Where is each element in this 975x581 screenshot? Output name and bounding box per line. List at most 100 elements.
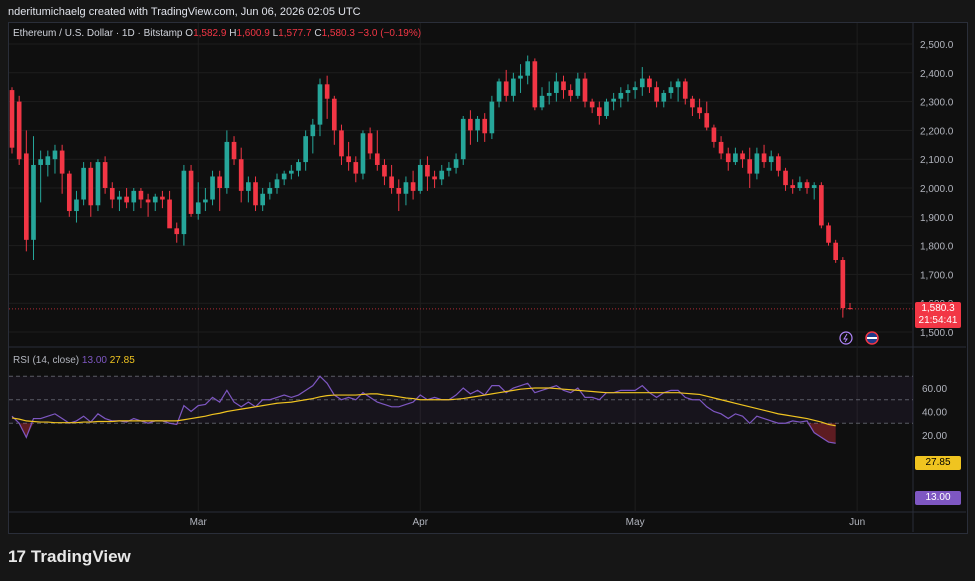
candle-body	[468, 118, 473, 131]
low-value: 1,577.7	[278, 28, 312, 39]
candle-body	[109, 188, 115, 200]
candle-body	[52, 150, 58, 160]
candle-body	[181, 170, 187, 235]
price-tick-label: 1,500.0	[920, 328, 954, 339]
candle-body	[389, 176, 394, 188]
candle-body	[725, 153, 731, 163]
candle-body	[95, 162, 101, 206]
candle-body	[718, 141, 724, 154]
price-legend: Ethereum / U.S. Dollar · 1D · Bitstamp O…	[13, 28, 421, 39]
candle-body	[811, 185, 817, 188]
candle-body	[690, 98, 695, 108]
candle-body	[253, 182, 258, 206]
candle-body	[45, 156, 51, 165]
rsi-oversold-fill	[807, 423, 836, 444]
open-label: O	[185, 28, 194, 39]
tradingview-logo[interactable]: 17 TradingView	[8, 547, 131, 567]
candle-body	[546, 92, 552, 96]
open-value: 1,582.9	[193, 28, 227, 39]
candle-body	[260, 193, 266, 206]
candle-body	[604, 101, 609, 116]
candle-body	[131, 190, 137, 203]
candle-body	[324, 84, 330, 99]
candle-body	[145, 199, 151, 203]
candle-body	[417, 164, 423, 191]
tradingview-mark-icon: 17	[8, 547, 26, 566]
candle-body	[425, 164, 430, 177]
time-tick-label: Mar	[190, 517, 208, 528]
candle-body	[331, 98, 337, 131]
candle-body	[453, 159, 459, 168]
candle-body	[188, 170, 194, 214]
candle-body	[754, 153, 760, 174]
rsi-ma-tag: 27.85	[915, 456, 961, 470]
candle-body	[410, 182, 416, 191]
candle-body	[618, 92, 624, 99]
bar-countdown: 21:54:41	[918, 315, 958, 326]
candle-body	[217, 176, 223, 188]
price-tick-label: 1,700.0	[920, 270, 954, 281]
candle-body	[138, 190, 144, 200]
candle-body	[38, 159, 43, 165]
price-tick-label: 1,900.0	[920, 213, 954, 224]
candle-body	[195, 202, 201, 214]
candle-body	[568, 90, 573, 96]
candle-body	[747, 159, 753, 174]
candle-body	[102, 162, 108, 188]
candle-body	[238, 159, 244, 191]
candle-body	[267, 188, 273, 194]
candle-body	[697, 107, 702, 114]
candle-body	[518, 75, 523, 79]
candle-body	[23, 153, 29, 240]
price-tick-label: 1,800.0	[920, 242, 954, 253]
candle-body	[682, 81, 688, 99]
candle-body	[124, 196, 129, 203]
candle-body	[819, 185, 824, 226]
time-tick-label: May	[626, 517, 645, 528]
candle-body	[647, 78, 652, 88]
candle-body	[382, 164, 387, 177]
candle-body	[117, 196, 122, 200]
candle-body	[740, 153, 745, 160]
candle-body	[790, 185, 796, 188]
candle-body	[160, 196, 165, 200]
candle-body	[554, 81, 559, 93]
price-tick-label: 2,100.0	[920, 155, 954, 166]
candle-body	[446, 167, 452, 171]
last-price-tag: 1,580.3 21:54:41	[915, 302, 961, 328]
candle-body	[654, 87, 659, 102]
candle-body	[475, 118, 480, 131]
high-value: 1,600.9	[236, 28, 270, 39]
close-label: C	[314, 28, 322, 39]
candle-body	[482, 118, 488, 134]
time-tick-label: Jun	[849, 517, 865, 528]
rsi-tick-label: 20.00	[922, 431, 947, 442]
candle-body	[632, 87, 638, 91]
flag-stripe	[867, 337, 877, 339]
candle-body	[711, 127, 717, 142]
candle-body	[511, 78, 516, 96]
candle-body	[460, 118, 466, 160]
candle-body	[776, 156, 781, 171]
candle-body	[281, 173, 287, 180]
candle-body	[174, 228, 180, 235]
candle-body	[360, 133, 366, 174]
lightning-bolt-glyph	[843, 333, 848, 343]
candle-body	[525, 61, 531, 76]
candle-body	[847, 308, 853, 310]
candle-body	[675, 81, 681, 88]
rsi-tick-label: 40.00	[922, 408, 947, 419]
candle-body	[532, 61, 538, 108]
candle-body	[396, 188, 402, 194]
close-value: 1,580.3	[321, 28, 355, 39]
candle-body	[704, 113, 710, 128]
candle-body	[561, 81, 566, 91]
candle-body	[783, 170, 788, 186]
lightning-icon	[839, 331, 853, 345]
candle-body	[432, 176, 437, 180]
rsi-value-legend: 13.00	[81, 355, 107, 366]
rsi-legend: RSI (14, close) 13.00 27.85	[13, 355, 135, 366]
candle-body	[346, 156, 351, 163]
candle-body	[582, 78, 588, 102]
chart-canvas[interactable]: 2,500.0 2,400.0 2,300.0 2,200.0 2,100.0 2,000…	[0, 0, 975, 581]
